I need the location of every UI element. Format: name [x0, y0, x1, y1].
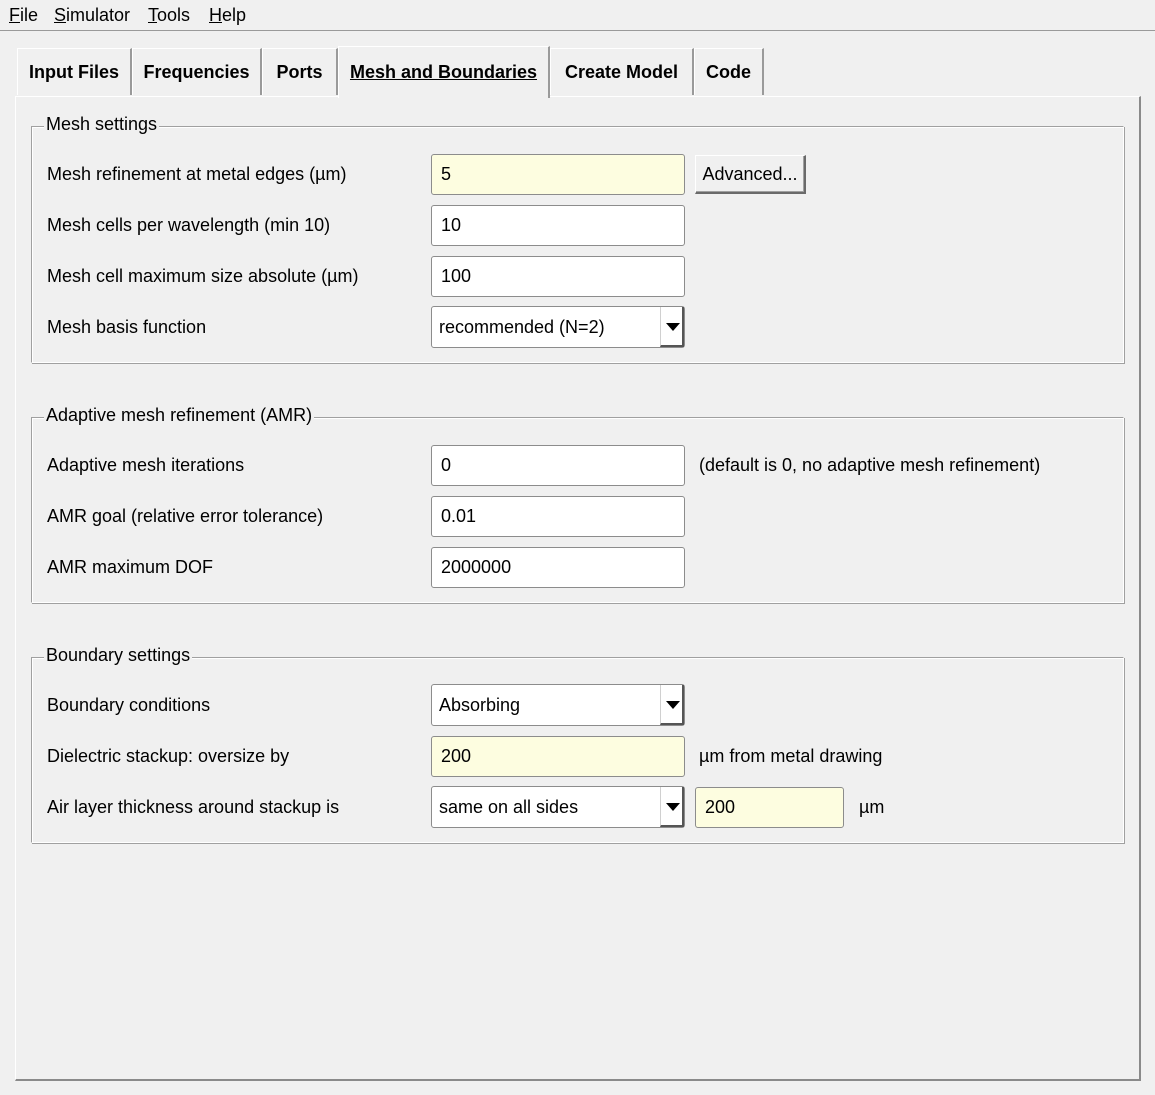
- tab-frequencies[interactable]: Frequencies: [132, 48, 262, 95]
- menu-simulator[interactable]: Simulator: [54, 5, 130, 26]
- amr-iterations-label: Adaptive mesh iterations: [47, 455, 245, 475]
- air-layer-label: Air layer thickness around stackup is: [47, 797, 340, 817]
- amr-iterations-input[interactable]: 0: [431, 445, 685, 486]
- amr-iterations-note: (default is 0, no adaptive mesh refineme…: [699, 455, 1041, 475]
- chevron-down-icon[interactable]: [660, 307, 684, 347]
- amr-goal-input[interactable]: 0.01: [431, 496, 685, 537]
- menu-bar: File Simulator Tools Help: [0, 0, 1155, 31]
- chevron-down-icon[interactable]: [660, 787, 684, 827]
- amr-dof-input[interactable]: 2000000: [431, 547, 685, 588]
- tab-label: Create Model: [564, 61, 679, 82]
- tab-label: Code: [706, 61, 751, 82]
- tab-label: Frequencies: [143, 61, 250, 82]
- menu-tools[interactable]: Tools: [148, 5, 190, 26]
- tab-code[interactable]: Code: [694, 48, 764, 95]
- boundary-conditions-value: Absorbing: [439, 695, 521, 715]
- air-layer-mode-select[interactable]: same on all sides: [431, 786, 685, 828]
- mesh-basis-label: Mesh basis function: [47, 317, 207, 337]
- mesh-basis-value: recommended (N=2): [439, 317, 605, 337]
- boundary-conditions-select[interactable]: Absorbing: [431, 684, 685, 726]
- oversize-input[interactable]: 200: [431, 736, 685, 777]
- tab-label: Ports: [276, 61, 323, 82]
- air-layer-mode-value: same on all sides: [439, 797, 579, 817]
- oversize-note: µm from metal drawing: [699, 746, 883, 766]
- tab-label: Input Files: [29, 61, 119, 82]
- chevron-down-icon[interactable]: [660, 685, 684, 725]
- boundary-settings-title: Boundary settings: [44, 645, 193, 666]
- air-layer-unit: µm: [859, 797, 885, 817]
- tab-mesh-and-boundaries[interactable]: Mesh and Boundaries: [338, 46, 550, 98]
- tab-input-files[interactable]: Input Files: [17, 48, 132, 95]
- menu-file[interactable]: File: [9, 5, 38, 26]
- mesh-refinement-input[interactable]: 5: [431, 154, 685, 195]
- mesh-settings-title: Mesh settings: [44, 114, 160, 135]
- amr-goal-label: AMR goal (relative error tolerance): [47, 506, 324, 526]
- mesh-cells-label: Mesh cells per wavelength (min 10): [47, 215, 331, 235]
- tab-label: Mesh and Boundaries: [349, 62, 538, 82]
- boundary-conditions-label: Boundary conditions: [47, 695, 211, 715]
- mesh-maxsize-label: Mesh cell maximum size absolute (µm): [47, 266, 359, 286]
- menu-help[interactable]: Help: [209, 5, 246, 26]
- air-layer-input[interactable]: 200: [695, 787, 844, 828]
- amr-dof-label: AMR maximum DOF: [47, 557, 213, 577]
- mesh-basis-select[interactable]: recommended (N=2): [431, 306, 685, 348]
- amr-title: Adaptive mesh refinement (AMR): [44, 405, 315, 426]
- mesh-maxsize-input[interactable]: 100: [431, 256, 685, 297]
- tab-ports[interactable]: Ports: [262, 48, 338, 95]
- advanced-button[interactable]: Advanced...: [695, 155, 806, 194]
- tab-create-model[interactable]: Create Model: [550, 48, 694, 95]
- mesh-cells-input[interactable]: 10: [431, 205, 685, 246]
- mesh-refinement-label: Mesh refinement at metal edges (µm): [47, 164, 347, 184]
- oversize-label: Dielectric stackup: oversize by: [47, 746, 290, 766]
